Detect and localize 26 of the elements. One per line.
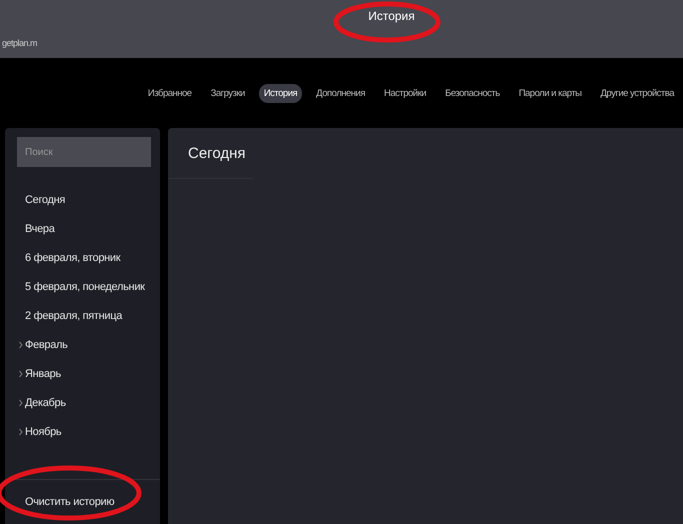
nav-tab[interactable]: Настройки — [378, 84, 432, 102]
chevron-icon — [19, 370, 23, 378]
window-title: История — [368, 9, 415, 23]
search-field[interactable]: Поиск — [17, 137, 151, 167]
nav-tab[interactable]: Дополнения — [311, 84, 370, 102]
tab-title[interactable]: getplan.m — [0, 38, 38, 48]
sidebar-item[interactable]: 6 февраля, вторник — [25, 252, 120, 264]
nav-tab[interactable]: Загрузки — [206, 84, 250, 102]
sidebar-item[interactable]: 2 февраля, пятница — [25, 310, 122, 322]
sidebar-item[interactable]: Декабрь — [25, 397, 66, 409]
nav-tab[interactable]: История — [258, 84, 302, 102]
sidebar-item[interactable]: Сегодня — [25, 194, 66, 206]
nav-tab[interactable]: Безопасность — [440, 84, 505, 102]
nav-tab[interactable]: Пароли и карты — [514, 84, 586, 102]
chevron-icon — [19, 399, 23, 407]
clear-history-button[interactable]: Очистить историю — [5, 480, 160, 524]
sidebar-item[interactable]: 5 февраля, понедельник — [25, 281, 145, 293]
section-heading: Сегодня — [188, 144, 246, 162]
nav-tab[interactable]: Другие устройства — [596, 84, 679, 102]
sidebar-item[interactable]: Ноябрь — [25, 426, 62, 438]
chevron-icon — [19, 428, 23, 436]
sidebar-item[interactable]: Январь — [25, 368, 61, 380]
sidebar-item[interactable]: Вчера — [25, 223, 55, 235]
nav-tab[interactable]: Избранное — [142, 84, 197, 102]
chevron-icon — [19, 341, 23, 349]
sidebar-item[interactable]: Февраль — [25, 339, 68, 351]
